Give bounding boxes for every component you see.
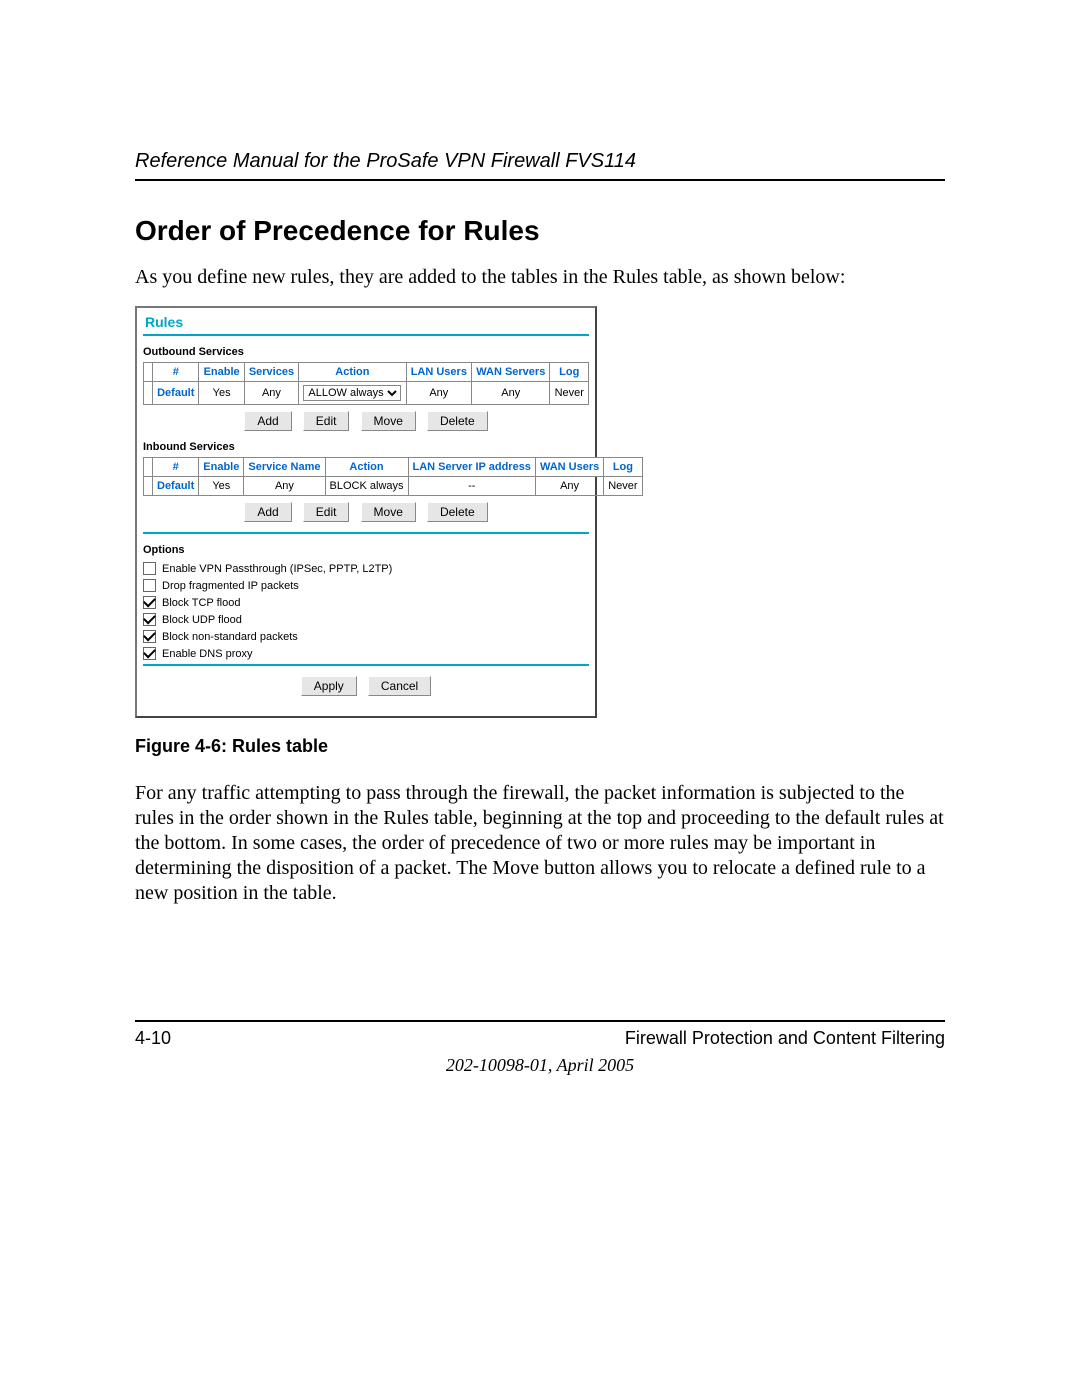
options-separator <box>143 532 589 534</box>
running-header: Reference Manual for the ProSafe VPN Fir… <box>135 150 945 181</box>
panel-title: Rules <box>143 314 589 332</box>
delete-button[interactable]: Delete <box>427 411 488 431</box>
option-row: Block TCP flood <box>143 594 589 611</box>
row-service: Any <box>244 382 298 405</box>
body-paragraph: For any traffic attempting to pass throu… <box>135 781 945 906</box>
col-num: # <box>153 363 199 382</box>
row-wan: Any <box>472 382 550 405</box>
section-heading: Order of Precedence for Rules <box>135 215 945 247</box>
col-action: Action <box>299 363 406 382</box>
option-checkbox[interactable] <box>143 596 156 609</box>
row-lan: Any <box>406 382 471 405</box>
row-log: Never <box>604 477 642 496</box>
row-action: BLOCK always <box>325 477 408 496</box>
move-button[interactable]: Move <box>361 411 416 431</box>
add-button[interactable]: Add <box>244 411 291 431</box>
row-lan: -- <box>408 477 535 496</box>
row-wan: Any <box>535 477 603 496</box>
col-service-name: Service Name <box>244 458 325 477</box>
row-num[interactable]: Default <box>153 382 199 405</box>
inbound-button-row: Add Edit Move Delete <box>143 502 589 522</box>
inbound-table: # Enable Service Name Action LAN Server … <box>143 457 643 496</box>
footer-rule <box>135 1020 945 1022</box>
table-header-row: # Enable Service Name Action LAN Server … <box>144 458 643 477</box>
add-button[interactable]: Add <box>244 502 291 522</box>
option-checkbox[interactable] <box>143 647 156 660</box>
table-row: Default Yes Any BLOCK always -- Any Neve… <box>144 477 643 496</box>
options-list: Enable VPN Passthrough (IPSec, PPTP, L2T… <box>143 560 589 662</box>
page-footer: 4-10 Firewall Protection and Content Fil… <box>135 1020 945 1076</box>
edit-button[interactable]: Edit <box>303 411 350 431</box>
col-log: Log <box>604 458 642 477</box>
col-services: Services <box>244 363 298 382</box>
option-checkbox[interactable] <box>143 579 156 592</box>
action-select[interactable]: ALLOW always <box>303 385 401 401</box>
table-row: Default Yes Any ALLOW always Any Any Nev… <box>144 382 589 405</box>
option-row: Block non-standard packets <box>143 628 589 645</box>
option-row: Enable DNS proxy <box>143 645 589 662</box>
delete-button[interactable]: Delete <box>427 502 488 522</box>
table-header-row: # Enable Services Action LAN Users WAN S… <box>144 363 589 382</box>
row-num[interactable]: Default <box>153 477 199 496</box>
row-select[interactable] <box>144 477 153 496</box>
option-row: Block UDP flood <box>143 611 589 628</box>
rules-screenshot: Rules Outbound Services # Enable Service… <box>135 306 597 718</box>
outbound-button-row: Add Edit Move Delete <box>143 411 589 431</box>
edit-button[interactable]: Edit <box>303 502 350 522</box>
bottom-separator <box>143 664 589 666</box>
apply-cancel-row: Apply Cancel <box>143 676 589 696</box>
col-log: Log <box>550 363 589 382</box>
options-label: Options <box>143 544 589 556</box>
option-label: Block TCP flood <box>162 597 240 609</box>
option-label: Drop fragmented IP packets <box>162 580 299 592</box>
option-checkbox[interactable] <box>143 613 156 626</box>
intro-paragraph: As you define new rules, they are added … <box>135 265 945 290</box>
col-blank <box>144 458 153 477</box>
option-label: Block UDP flood <box>162 614 242 626</box>
doc-stamp: 202-10098-01, April 2005 <box>135 1055 945 1076</box>
col-action: Action <box>325 458 408 477</box>
option-checkbox[interactable] <box>143 562 156 575</box>
col-lan-ip: LAN Server IP address <box>408 458 535 477</box>
inbound-services-label: Inbound Services <box>143 441 589 453</box>
option-row: Enable VPN Passthrough (IPSec, PPTP, L2T… <box>143 560 589 577</box>
col-enable: Enable <box>199 363 244 382</box>
col-wan: WAN Servers <box>472 363 550 382</box>
title-separator <box>143 334 589 336</box>
col-num: # <box>153 458 199 477</box>
row-enable: Yes <box>199 382 244 405</box>
row-action-cell: ALLOW always <box>299 382 406 405</box>
page-number: 4-10 <box>135 1028 171 1049</box>
row-select[interactable] <box>144 382 153 405</box>
option-label: Block non-standard packets <box>162 631 298 643</box>
option-label: Enable VPN Passthrough (IPSec, PPTP, L2T… <box>162 563 392 575</box>
outbound-services-label: Outbound Services <box>143 346 589 358</box>
move-button[interactable]: Move <box>361 502 416 522</box>
chapter-title: Firewall Protection and Content Filterin… <box>625 1028 945 1049</box>
row-log: Never <box>550 382 589 405</box>
col-blank <box>144 363 153 382</box>
option-checkbox[interactable] <box>143 630 156 643</box>
option-label: Enable DNS proxy <box>162 648 253 660</box>
outbound-table: # Enable Services Action LAN Users WAN S… <box>143 362 589 405</box>
option-row: Drop fragmented IP packets <box>143 577 589 594</box>
apply-button[interactable]: Apply <box>301 676 357 696</box>
col-lan: LAN Users <box>406 363 471 382</box>
row-enable: Yes <box>199 477 244 496</box>
col-enable: Enable <box>199 458 244 477</box>
figure-caption: Figure 4-6: Rules table <box>135 736 945 757</box>
row-service: Any <box>244 477 325 496</box>
cancel-button[interactable]: Cancel <box>368 676 431 696</box>
col-wan: WAN Users <box>535 458 603 477</box>
